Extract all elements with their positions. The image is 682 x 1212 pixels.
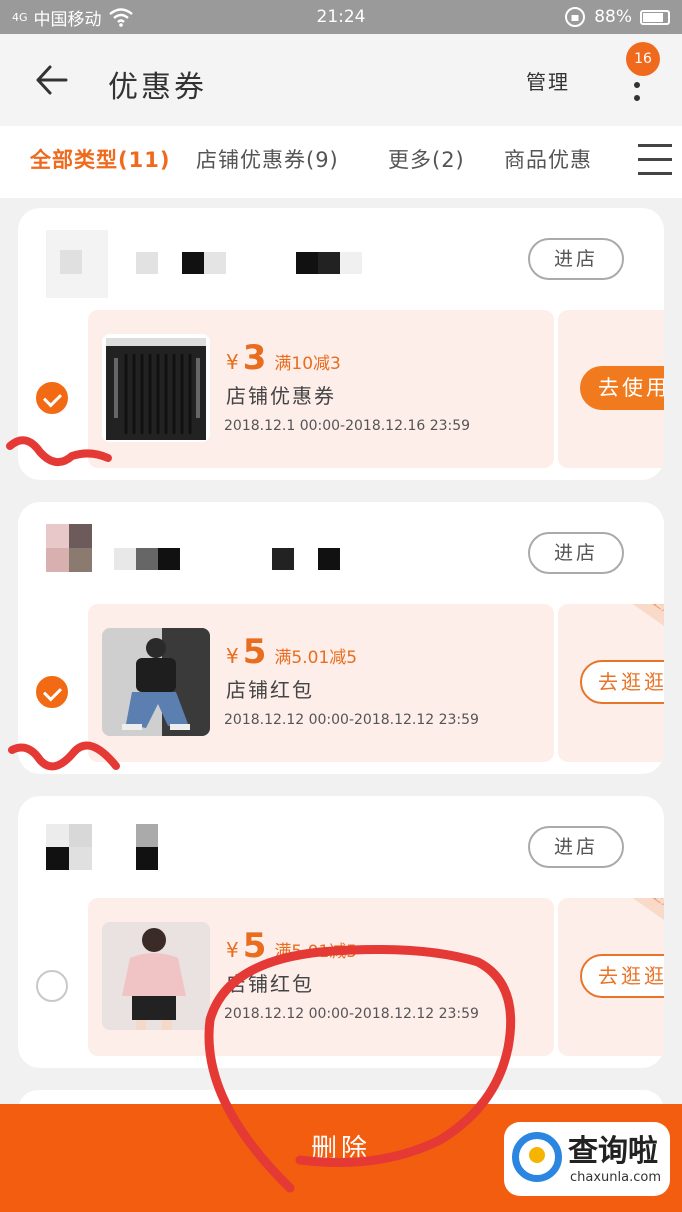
- visit-shop-button[interactable]: 去逛逛: [580, 660, 664, 704]
- shop-name-mosaic: [136, 824, 160, 870]
- page-title: 优惠券: [108, 70, 207, 105]
- product-image: [102, 334, 210, 442]
- coupon-body[interactable]: ¥3 满10减3 店铺优惠券 2018.12.1 00:00-2018.12.16…: [88, 310, 554, 468]
- coupon-rule: 满5.01减5: [274, 648, 358, 668]
- coupon-action-area: 去使用: [558, 310, 664, 468]
- coupon-type-tabs: 全部类型(11) 店铺优惠券(9) 更多(2) 商品优惠: [0, 126, 682, 198]
- coupon-validity: 2018.12.12 00:00-2018.12.12 23:59: [224, 1006, 479, 1022]
- select-checkbox[interactable]: [36, 970, 68, 1002]
- enter-shop-button[interactable]: 进店: [528, 532, 624, 574]
- not-effective-tag: 未生效: [599, 898, 664, 944]
- watermark-logo-icon: [512, 1132, 562, 1182]
- enter-shop-button[interactable]: 进店: [528, 238, 624, 280]
- message-count-badge: 16: [626, 42, 660, 76]
- delete-bar: 删除 查询啦 chaxunla.com: [0, 1104, 682, 1212]
- coupon-body[interactable]: ¥5 满5.01减5 店铺红包 2018.12.12 00:00-2018.12.…: [88, 898, 554, 1056]
- coupon-value: ¥5 满5.01减5: [226, 632, 357, 672]
- use-coupon-button[interactable]: 去使用: [580, 366, 664, 410]
- coupon-type: 店铺红包: [226, 678, 314, 702]
- coupon-body[interactable]: ¥5 满5.01减5 店铺红包 2018.12.12 00:00-2018.12.…: [88, 604, 554, 762]
- shop-logo: [46, 230, 108, 298]
- wifi-icon: [108, 8, 133, 27]
- watermark: 查询啦 chaxunla.com: [504, 1122, 670, 1196]
- watermark-domain: chaxunla.com: [570, 1170, 661, 1185]
- coupon-amount: 5: [242, 926, 267, 966]
- currency-symbol: ¥: [226, 350, 239, 374]
- visit-shop-button[interactable]: 去逛逛: [580, 954, 664, 998]
- product-image: [102, 628, 210, 736]
- coupon-card: 进店 ¥5 满5.01减5 店铺红包 2018.12.12 00:00-2018.…: [18, 796, 664, 1068]
- coupon-action-area: 未生效 去逛逛: [558, 604, 664, 762]
- battery-icon: [640, 9, 670, 25]
- coupon-rule: 满10减3: [274, 354, 341, 374]
- status-left: 4G 中国移动: [12, 5, 134, 30]
- shop-logo: [46, 524, 92, 572]
- select-checkbox[interactable]: [36, 382, 68, 414]
- coupon-card: 进店 ¥5 满5.01减5 店铺红包 2018.12.12 00:00-2018.…: [18, 502, 664, 774]
- coupon-rule: 满5.01减5: [274, 942, 358, 962]
- tab-shop-coupons[interactable]: 店铺优惠券(9): [196, 144, 339, 174]
- alarm-icon: [565, 7, 586, 27]
- status-right: 88%: [564, 6, 670, 28]
- carrier-name: 中国移动: [33, 9, 102, 30]
- back-arrow-icon[interactable]: [32, 60, 72, 100]
- coupon-validity: 2018.12.1 00:00-2018.12.16 23:59: [224, 418, 471, 434]
- shop-name-mosaic: [136, 252, 376, 276]
- status-bar: 4G 中国移动 21:24 88%: [0, 0, 682, 34]
- battery-percent: 88%: [594, 7, 632, 27]
- coupon-value: ¥5 满5.01减5: [226, 926, 357, 966]
- product-image: [102, 922, 210, 1030]
- coupon-type: 店铺优惠券: [226, 384, 336, 408]
- coupon-validity: 2018.12.12 00:00-2018.12.12 23:59: [224, 712, 479, 728]
- watermark-name: 查询啦: [568, 1134, 658, 1169]
- shop-name-mosaic: [114, 548, 354, 572]
- tab-all-types[interactable]: 全部类型(11): [30, 144, 170, 174]
- more-vertical-icon: [634, 82, 640, 108]
- shop-logo: [46, 824, 92, 870]
- manage-button[interactable]: 管理: [526, 66, 570, 95]
- currency-symbol: ¥: [226, 938, 239, 962]
- select-checkbox[interactable]: [36, 676, 68, 708]
- coupon-amount: 5: [242, 632, 267, 672]
- currency-symbol: ¥: [226, 644, 239, 668]
- enter-shop-button[interactable]: 进店: [528, 826, 624, 868]
- coupon-action-area: 未生效 去逛逛: [558, 898, 664, 1056]
- header: 优惠券 管理 16: [0, 34, 682, 126]
- list-menu-icon[interactable]: [634, 138, 674, 184]
- signal-label: 4G: [12, 10, 28, 24]
- more-button[interactable]: 16: [626, 42, 662, 104]
- tab-more[interactable]: 更多(2): [388, 144, 465, 174]
- not-effective-tag: 未生效: [599, 604, 664, 650]
- coupon-value: ¥3 满10减3: [226, 338, 341, 378]
- coupon-type: 店铺红包: [226, 972, 314, 996]
- tab-product-coupons[interactable]: 商品优惠: [504, 144, 592, 174]
- coupon-amount: 3: [242, 338, 267, 378]
- coupon-card: 进店 ¥3 满10减3 店铺优惠券 2018.12.1 00:00-2018.12…: [18, 208, 664, 480]
